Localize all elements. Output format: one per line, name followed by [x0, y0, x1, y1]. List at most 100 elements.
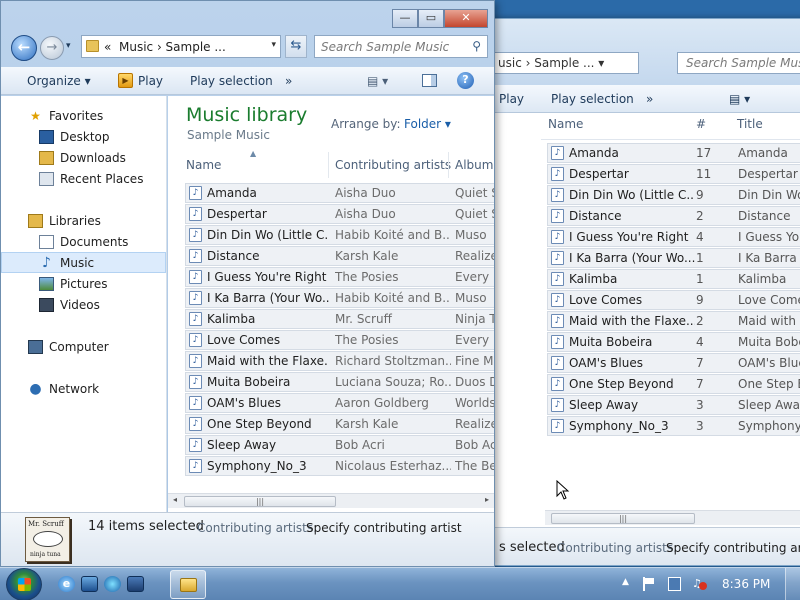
column-header-number[interactable]: #	[696, 117, 706, 131]
views-button[interactable]: ▤ ▾	[729, 92, 750, 106]
address-bar[interactable]: « Music › Sample ... ▾	[81, 35, 281, 58]
table-row[interactable]: ♪ Distance 2 Distance	[547, 206, 800, 226]
nav-item-favorites[interactable]: ★ Favorites	[1, 106, 166, 127]
play-selection-button[interactable]: Play selection	[190, 74, 273, 88]
action-center-flag-icon[interactable]	[643, 577, 656, 591]
address-dropdown-icon[interactable]: ▾	[271, 40, 276, 50]
table-row[interactable]: ♪ Symphony_No_3 3 Symphony N	[547, 416, 800, 436]
nav-item-libraries[interactable]: Libraries	[1, 211, 166, 232]
table-row[interactable]: ♪ Sleep Away 3 Sleep Away	[547, 395, 800, 415]
contributing-artists-value[interactable]: Specify contributing artist	[306, 521, 462, 535]
table-row[interactable]: ♪ Despertar Aisha Duo Quiet S	[185, 204, 494, 224]
table-row[interactable]: ♪ Love Comes The Posies Every K	[185, 330, 494, 350]
table-row[interactable]: ♪ Din Din Wo (Little C... Habib Koité and …	[185, 225, 494, 245]
table-row[interactable]: ♪ Maid with the Flaxe... Richard Stoltzman…	[185, 351, 494, 371]
switch-windows-icon[interactable]	[127, 576, 144, 592]
column-divider[interactable]	[448, 152, 449, 178]
recent-pages-chevron-icon[interactable]: ▾	[66, 41, 71, 51]
table-row[interactable]: ♪ Din Din Wo (Little C... 9 Din Din Wo	[547, 185, 800, 205]
nav-item-pictures[interactable]: Pictures	[1, 274, 166, 295]
search-icon[interactable]: ⚲	[472, 39, 481, 53]
more-commands-button[interactable]: »	[285, 74, 292, 88]
horizontal-scrollbar[interactable]: |||	[545, 510, 800, 525]
cell-name: Sleep Away	[207, 438, 277, 452]
explorer-window[interactable]: — ▭ ✕ ← → ▾ « Music › Sample ... ▾ ⇆ ⚲ O…	[0, 0, 495, 567]
minimize-button[interactable]: —	[392, 9, 418, 28]
maximize-button[interactable]: ▭	[418, 9, 444, 28]
column-header-album[interactable]: Album	[455, 158, 493, 172]
table-row[interactable]: ♪ OAM's Blues Aaron Goldberg Worlds	[185, 393, 494, 413]
table-row[interactable]: ♪ Kalimba 1 Kalimba	[547, 269, 800, 289]
breadcrumb[interactable]: « Music › Sample ...	[104, 40, 226, 54]
table-row[interactable]: ♪ OAM's Blues 7 OAM's Blues	[547, 353, 800, 373]
nav-item-computer[interactable]: Computer	[1, 337, 166, 358]
close-button[interactable]: ✕	[444, 9, 488, 28]
table-row[interactable]: ♪ One Step Beyond Karsh Kale Realize	[185, 414, 494, 434]
show-desktop-button[interactable]	[785, 568, 800, 600]
column-divider[interactable]	[328, 152, 329, 178]
show-hidden-icons-icon[interactable]: ▲	[622, 577, 629, 587]
nav-item-desktop[interactable]: Desktop	[1, 127, 166, 148]
clock[interactable]: 8:36 PM	[722, 577, 770, 591]
forward-arrow-icon[interactable]: →	[40, 36, 64, 60]
table-row[interactable]: ♪ I Guess You're Right The Posies Every K	[185, 267, 494, 287]
column-header-name[interactable]: Name	[186, 158, 221, 172]
back-arrow-icon[interactable]: ←	[11, 35, 37, 61]
table-row[interactable]: ♪ I Guess You're Right 4 I Guess You'	[547, 227, 800, 247]
table-row[interactable]: ♪ Despertar 11 Despertar	[547, 164, 800, 184]
refresh-button[interactable]: ⇆	[285, 35, 307, 58]
search-box[interactable]: ⚲	[314, 35, 488, 58]
search-input[interactable]	[321, 39, 461, 55]
views-button[interactable]: ▤ ▾	[367, 74, 388, 88]
table-row[interactable]: ♪ I Ka Barra (Your Wo... Habib Koité and B…	[185, 288, 494, 308]
preview-pane-icon[interactable]	[422, 74, 437, 87]
nav-item-network[interactable]: ● Network	[1, 379, 166, 400]
scroll-right-arrow-icon[interactable]: ▸	[485, 495, 489, 504]
play-selection-button[interactable]: Play selection	[551, 92, 634, 106]
nav-item-documents[interactable]: Documents	[1, 232, 166, 253]
table-row[interactable]: ♪ Symphony_No_3 Nicolaus Esterhaz... The Be	[185, 456, 494, 476]
network-status-icon[interactable]	[668, 577, 681, 591]
address-bar[interactable]: usic › Sample ... ▾	[491, 52, 639, 74]
background-explorer-window[interactable]: usic › Sample ... ▾ Search Sample Music …	[470, 18, 800, 566]
scroll-thumb[interactable]: |||	[184, 496, 336, 507]
scroll-thumb[interactable]: |||	[551, 513, 695, 524]
contributing-artists-value[interactable]: Specify contributing artist	[666, 541, 800, 555]
scroll-left-arrow-icon[interactable]: ◂	[173, 495, 177, 504]
column-header-name[interactable]: Name	[548, 117, 583, 131]
table-row[interactable]: ♪ Distance Karsh Kale Realize	[185, 246, 494, 266]
volume-muted-icon[interactable]: ♫	[692, 577, 707, 591]
table-row[interactable]: ♪ Muita Bobeira Luciana Souza; Ro... Duos D	[185, 372, 494, 392]
column-header-contributing-artists[interactable]: Contributing artists	[335, 158, 451, 172]
internet-explorer-icon[interactable]: e	[58, 576, 75, 592]
table-row[interactable]: ♪ Muita Bobeira 4 Muita Bobei	[547, 332, 800, 352]
horizontal-scrollbar[interactable]: ◂ ||| ▸	[168, 493, 494, 508]
search-input[interactable]: Search Sample Music	[677, 52, 800, 74]
table-row[interactable]: ♪ Sleep Away Bob Acri Bob Ac	[185, 435, 494, 455]
play-button[interactable]: Play	[499, 92, 524, 106]
breadcrumb-path[interactable]: Music › Sample ...	[119, 40, 226, 54]
table-row[interactable]: ♪ One Step Beyond 7 One Step Be	[547, 374, 800, 394]
table-row[interactable]: ♪ Amanda Aisha Duo Quiet S	[185, 183, 494, 203]
media-player-icon[interactable]	[104, 576, 121, 592]
nav-item-music[interactable]: ♪ Music	[1, 252, 166, 273]
table-row[interactable]: ♪ Maid with the Flaxe... 2 Maid with t	[547, 311, 800, 331]
show-desktop-quicklaunch-icon[interactable]	[81, 576, 98, 592]
table-row[interactable]: ♪ I Ka Barra (Your Wo... 1 I Ka Barra	[547, 248, 800, 268]
help-icon[interactable]: ?	[457, 72, 474, 89]
play-button[interactable]: Play	[138, 74, 163, 88]
column-header-title[interactable]: Title	[737, 117, 763, 131]
arrange-by-dropdown[interactable]: Folder ▾	[404, 117, 451, 131]
play-icon[interactable]: ▶	[118, 73, 133, 88]
start-button[interactable]	[6, 568, 42, 600]
taskbar-button-explorer[interactable]	[170, 570, 206, 599]
organize-button[interactable]: Organize ▾	[27, 74, 91, 88]
nav-item-recent-places[interactable]: Recent Places	[1, 169, 166, 190]
table-row[interactable]: ♪ Amanda 17 Amanda	[547, 143, 800, 163]
table-row[interactable]: ♪ Love Comes 9 Love Comes	[547, 290, 800, 310]
nav-item-videos[interactable]: Videos	[1, 295, 166, 316]
nav-item-downloads[interactable]: Downloads	[1, 148, 166, 169]
breadcrumb-overflow[interactable]: «	[104, 40, 111, 54]
table-row[interactable]: ♪ Kalimba Mr. Scruff Ninja T	[185, 309, 494, 329]
more-commands-button[interactable]: »	[646, 92, 653, 106]
